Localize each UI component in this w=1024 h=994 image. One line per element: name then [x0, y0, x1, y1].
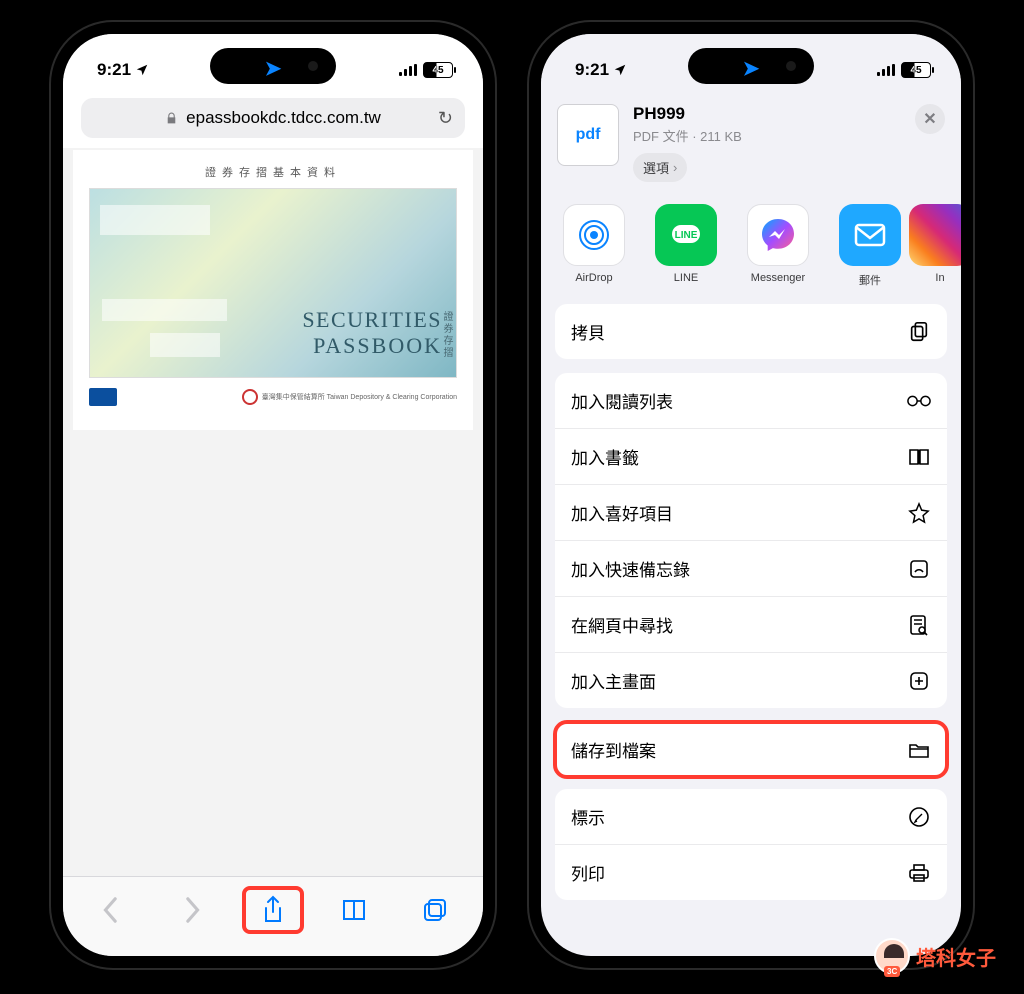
navigation-arrow-icon: ➤ — [265, 56, 282, 81]
safari-toolbar — [63, 876, 483, 956]
actions-group-1: 加入閱讀列表 加入書籤 加入喜好項目 — [555, 373, 947, 708]
chevron-right-icon: › — [673, 160, 677, 175]
copy-action[interactable]: 拷貝 — [555, 304, 947, 359]
reload-icon[interactable]: ↻ — [438, 108, 453, 129]
lock-icon — [165, 112, 178, 125]
svg-text:LINE: LINE — [675, 230, 698, 241]
battery-icon: 45 — [901, 62, 931, 78]
file-details: PDF 文件 · 211 KB — [633, 126, 901, 145]
signal-icon — [877, 64, 895, 76]
quick-note-action[interactable]: 加入快速備忘錄 — [555, 541, 947, 597]
phone-left: ➤ 9:21 45 epassbookdc — [49, 20, 497, 970]
actions-group-2: 標示 列印 — [555, 789, 947, 900]
share-apps-row[interactable]: AirDrop LINE LINE Messenger — [541, 192, 961, 304]
app-mail[interactable]: 郵件 — [833, 204, 907, 288]
watermark-text: 塔科女子 — [916, 942, 996, 971]
print-icon — [907, 861, 931, 885]
find-on-page-action[interactable]: 在網頁中尋找 — [555, 597, 947, 653]
status-time: 9:21 — [97, 60, 131, 80]
url-field[interactable]: epassbookdc.tdcc.com.tw ↻ — [81, 98, 465, 138]
location-icon — [613, 63, 627, 77]
plus-square-icon — [907, 669, 931, 693]
airdrop-icon — [563, 204, 625, 266]
page-content: 證券存摺基本資料 SECURITIES PASSBOOK 證券存摺 臺灣集 — [63, 148, 483, 876]
navigation-arrow-icon: ➤ — [743, 56, 760, 81]
status-time: 9:21 — [575, 60, 609, 80]
pdf-thumbnail: pdf — [557, 104, 619, 166]
location-icon — [135, 63, 149, 77]
app-instagram[interactable]: In — [925, 204, 955, 288]
app-line[interactable]: LINE LINE — [649, 204, 723, 288]
close-button[interactable]: ✕ — [915, 104, 945, 134]
doc-title: 證券存摺基本資料 — [89, 164, 457, 180]
bookmark-action[interactable]: 加入書籤 — [555, 429, 947, 485]
app-airdrop[interactable]: AirDrop — [557, 204, 631, 288]
markup-icon — [907, 805, 931, 829]
folder-icon — [907, 738, 931, 762]
tdcc-logo: 臺灣集中保管結算所 Taiwan Depository & Clearing C… — [242, 389, 457, 405]
mail-icon — [839, 204, 901, 266]
instagram-icon — [909, 204, 961, 266]
tabs-button[interactable] — [404, 886, 466, 934]
url-text: epassbookdc.tdcc.com.tw — [186, 108, 381, 128]
book-icon — [907, 445, 931, 469]
options-button[interactable]: 選項 › — [633, 153, 687, 182]
phone-right: ➤ 9:21 45 pdf PH999 PDF 文件 · 211 KB — [527, 20, 975, 970]
back-button[interactable] — [80, 886, 142, 934]
safari-address-bar: epassbookdc.tdcc.com.tw ↻ — [63, 92, 483, 148]
messenger-icon — [747, 204, 809, 266]
bookmarks-button[interactable] — [323, 886, 385, 934]
app-messenger[interactable]: Messenger — [741, 204, 815, 288]
print-action[interactable]: 列印 — [555, 845, 947, 900]
battery-icon: 45 — [423, 62, 453, 78]
reading-list-action[interactable]: 加入閱讀列表 — [555, 373, 947, 429]
signal-icon — [399, 64, 417, 76]
bank-logo — [89, 388, 117, 406]
share-sheet-header: pdf PH999 PDF 文件 · 211 KB 選項 › ✕ — [541, 92, 961, 192]
favorite-action[interactable]: 加入喜好項目 — [555, 485, 947, 541]
share-button[interactable] — [242, 886, 304, 934]
save-to-files-group: 儲存到檔案 — [555, 722, 947, 777]
star-icon — [907, 501, 931, 525]
file-name: PH999 — [633, 104, 901, 124]
copy-icon — [907, 320, 931, 344]
save-to-files-action[interactable]: 儲存到檔案 — [555, 722, 947, 777]
copy-group: 拷貝 — [555, 304, 947, 359]
forward-button[interactable] — [161, 886, 223, 934]
note-icon — [907, 557, 931, 581]
glasses-icon — [907, 389, 931, 413]
markup-action[interactable]: 標示 — [555, 789, 947, 845]
watermark: 3C 塔科女子 — [874, 938, 996, 974]
document-preview: 證券存摺基本資料 SECURITIES PASSBOOK 證券存摺 臺灣集 — [73, 150, 473, 430]
find-icon — [907, 613, 931, 637]
passbook-image: SECURITIES PASSBOOK 證券存摺 — [89, 188, 457, 378]
add-home-action[interactable]: 加入主畫面 — [555, 653, 947, 708]
line-icon: LINE — [655, 204, 717, 266]
